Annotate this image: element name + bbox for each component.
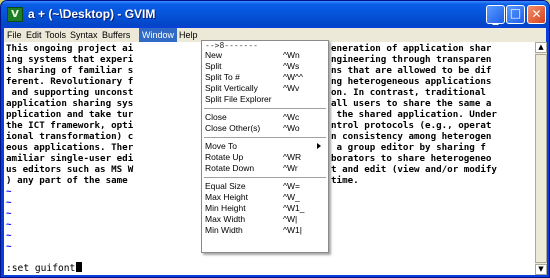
- text-line-right: the shared application. Under: [331, 109, 497, 120]
- window-dropdown-menu: -->8------- New ^Wn Split ^Ws Split To # ^W…: [201, 40, 329, 253]
- menu-item-max-height[interactable]: Max Height ^W_: [202, 192, 328, 203]
- text-line-right: borators to share heterogeneo: [331, 153, 492, 164]
- text-line-left: t sharing of familiar s: [6, 65, 134, 76]
- menu-item-move-to[interactable]: Move To: [202, 141, 328, 152]
- text-line-right: ngineering through transparen: [331, 54, 492, 65]
- menu-item-split[interactable]: Split ^Ws: [202, 61, 328, 72]
- close-button[interactable]: ✕: [527, 5, 546, 24]
- tearoff-line[interactable]: -->8-------: [205, 42, 259, 50]
- menu-item-rotate-down[interactable]: Rotate Down ^Wr: [202, 163, 328, 174]
- menu-separator: [204, 177, 326, 178]
- empty-line-tilde: ~: [6, 208, 12, 219]
- menu-item-new[interactable]: New ^Wn: [202, 50, 328, 61]
- text-line-right: n consistency among heterogen: [331, 131, 492, 142]
- empty-line-tilde: ~: [6, 230, 12, 241]
- menu-item-min-width[interactable]: Min Width ^W1|: [202, 225, 328, 236]
- empty-line-tilde: ~: [6, 197, 12, 208]
- text-line-left: ional transformation) c: [6, 131, 134, 142]
- text-line-right: all users to share the same a: [331, 98, 492, 109]
- text-line-left: ing systems that experi: [6, 54, 134, 65]
- menu-edit[interactable]: Edit: [26, 28, 42, 42]
- minimize-button[interactable]: _: [486, 5, 505, 25]
- menu-item-split-vertically[interactable]: Split Vertically ^Wv: [202, 83, 328, 94]
- menu-file[interactable]: File: [7, 28, 22, 42]
- text-line-right: ns that are allowed to be dif: [331, 65, 492, 76]
- menu-item-min-height[interactable]: Min Height ^W1_: [202, 203, 328, 214]
- menu-syntax[interactable]: Syntax: [70, 28, 98, 42]
- empty-line-tilde: ~: [6, 186, 12, 197]
- command-text: :set guifont: [6, 263, 76, 274]
- scroll-up-arrow-icon[interactable]: ▲: [535, 42, 547, 53]
- text-line-right: on. In contrast, traditional: [331, 87, 492, 98]
- menu-item-close[interactable]: Close ^Wc: [202, 112, 328, 123]
- command-line[interactable]: :set guifont: [6, 262, 83, 274]
- menu-item-rotate-up[interactable]: Rotate Up ^WR: [202, 152, 328, 163]
- window-title: a + (~\Desktop) - GVIM: [28, 7, 156, 21]
- menu-buffers[interactable]: Buffers: [102, 28, 130, 42]
- text-line-left: This ongoing project ai: [6, 43, 134, 54]
- menu-item-equal-size[interactable]: Equal Size ^W=: [202, 181, 328, 192]
- text-line-left: eous applications. Ther: [6, 142, 134, 153]
- text-line-left: amiliar single-user edi: [6, 153, 134, 164]
- menu-item-max-width[interactable]: Max Width ^W|: [202, 214, 328, 225]
- text-line-left: ferent. Revolutionary f: [6, 76, 134, 87]
- empty-line-tilde: ~: [6, 241, 12, 252]
- menu-separator: [204, 137, 326, 138]
- text-line-left: ) any part of the same: [6, 175, 134, 186]
- close-icon: ✕: [531, 7, 542, 21]
- menu-tools[interactable]: Tools: [45, 28, 66, 42]
- text-line-left: application sharing sys: [6, 98, 134, 109]
- minimize-icon: _: [492, 11, 499, 25]
- text-line-left: pplication and take tur: [6, 109, 134, 120]
- menu-separator: [204, 108, 326, 109]
- text-line-right: eneration of application shar: [331, 43, 492, 54]
- scroll-down-arrow-icon[interactable]: ▼: [535, 264, 547, 275]
- text-line-right: time.: [331, 175, 359, 186]
- menu-item-split-file-explorer[interactable]: Split File Explorer: [202, 94, 328, 105]
- menu-window[interactable]: Window: [139, 28, 178, 42]
- title-bar[interactable]: V a + (~\Desktop) - GVIM _ □ ✕: [1, 1, 549, 28]
- text-line-right: ng heterogeneous applications: [331, 76, 492, 87]
- vertical-scrollbar[interactable]: ▲ ▼: [535, 42, 547, 275]
- text-line-left: and supporting unconst: [6, 87, 134, 98]
- text-line-right: a group editor by sharing f: [331, 142, 486, 153]
- text-line-left: us editors such as MS W: [6, 164, 134, 175]
- text-line-right: ntrol protocols (e.g., operat: [331, 120, 492, 131]
- submenu-arrow-icon: [317, 143, 321, 149]
- text-line-left: the ICT framework, opti: [6, 120, 134, 131]
- text-line-right: t and edit (view and/or modify: [331, 164, 497, 175]
- menu-help[interactable]: Help: [179, 28, 198, 42]
- gvim-app-icon[interactable]: V: [7, 7, 23, 22]
- text-cursor: [76, 262, 83, 272]
- empty-line-tilde: ~: [6, 219, 12, 230]
- menu-item-split-to-alternate[interactable]: Split To # ^W^^: [202, 72, 328, 83]
- scrollbar-thumb[interactable]: [535, 54, 547, 263]
- maximize-button[interactable]: □: [506, 5, 525, 24]
- maximize-icon: □: [509, 6, 522, 20]
- menu-item-close-others[interactable]: Close Other(s) ^Wo: [202, 123, 328, 134]
